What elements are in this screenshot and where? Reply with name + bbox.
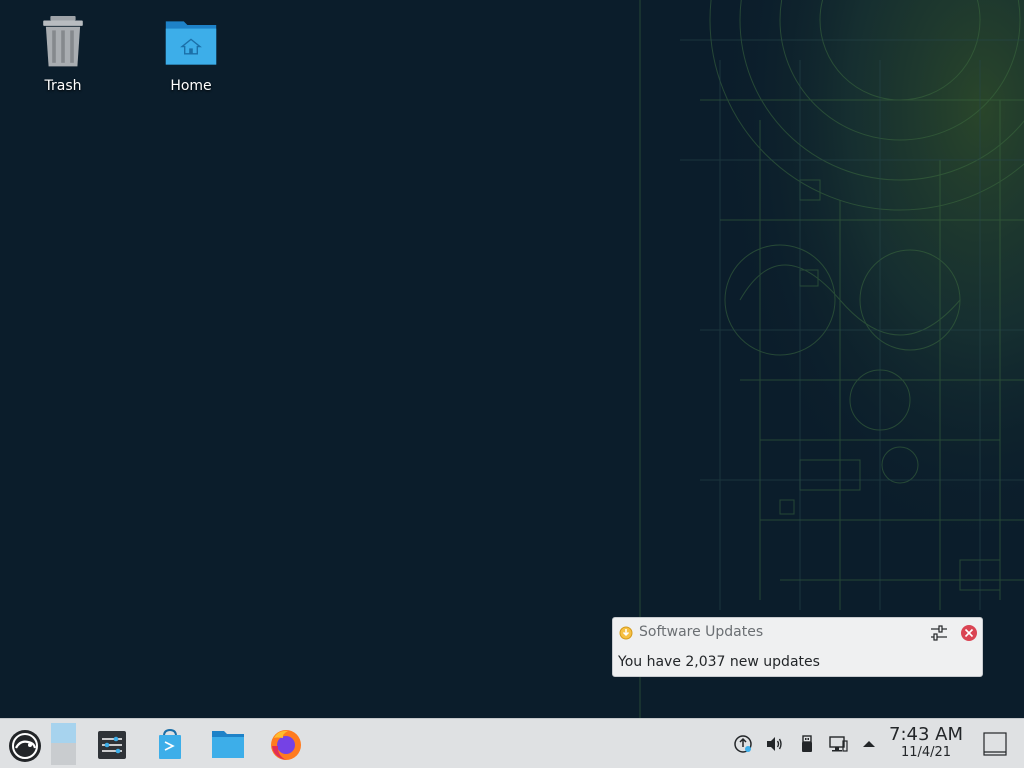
notification-title: Software Updates [639,624,764,640]
taskbar-firefox[interactable] [264,722,308,766]
desktop-icon-home[interactable]: Home [141,4,241,94]
home-folder-icon [165,21,217,65]
desktop[interactable]: Trash Home Software Updates You have 2,0… [0,0,1024,718]
virtual-desktop-pager-icon [51,723,76,765]
desktop-icon-label: Trash [44,78,82,94]
notification-popup[interactable]: Software Updates You have 2,037 new upda… [612,617,983,677]
usb-device-icon[interactable] [796,733,818,755]
volume-icon[interactable] [763,733,785,755]
expand-tray-icon[interactable] [858,733,880,755]
system-settings-icon [98,731,126,759]
show-desktop-icon[interactable] [982,731,1008,757]
desktop-icon-trash[interactable]: Trash [13,4,113,94]
taskbar-panel: 7:43 AM 11/4/21 [0,718,1024,768]
application-launcher-button[interactable] [4,722,44,766]
updates-icon[interactable] [732,733,754,755]
wallpaper-circuit-art [600,0,1024,718]
dolphin-file-manager-icon [212,731,244,758]
network-icon[interactable] [827,733,849,755]
close-icon[interactable] [959,623,979,643]
desktop-icon-label: Home [170,78,212,94]
software-updates-icon [619,626,633,640]
opensuse-launcher-icon [9,730,41,762]
clock-time: 7:43 AM [889,724,963,745]
firefox-icon [271,730,301,760]
taskbar-dolphin[interactable] [206,722,250,766]
taskbar-discover[interactable] [148,722,192,766]
taskbar-system-settings[interactable] [90,722,134,766]
configure-icon[interactable] [929,623,949,643]
virtual-desktop-pager[interactable] [50,722,78,766]
discover-store-icon [159,728,181,759]
digital-clock[interactable]: 7:43 AM 11/4/21 [884,725,968,761]
clock-date: 11/4/21 [900,745,952,760]
trash-icon [43,16,83,67]
notification-body: You have 2,037 new updates [618,654,820,670]
